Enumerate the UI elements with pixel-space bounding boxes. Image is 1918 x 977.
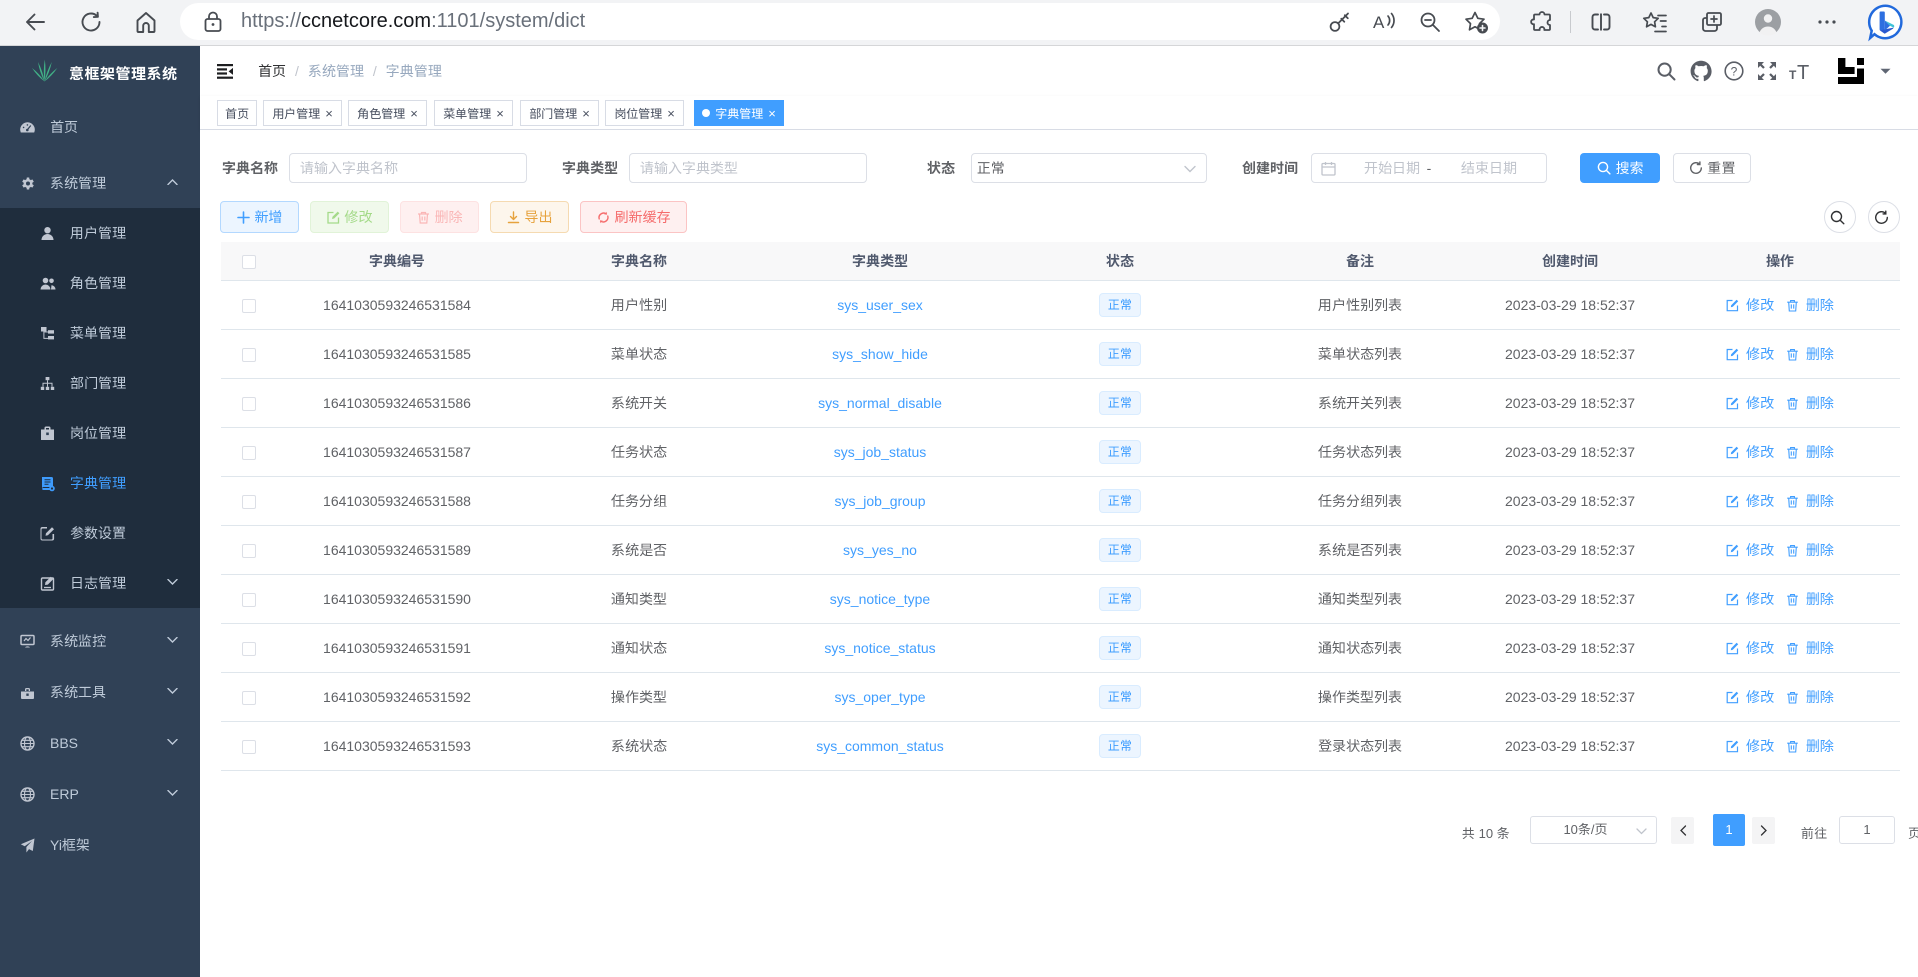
svg-text:?: ?	[1731, 64, 1738, 78]
svg-text:T: T	[1789, 68, 1797, 82]
svg-text:A: A	[1373, 13, 1385, 32]
svg-text:T: T	[1797, 62, 1809, 82]
